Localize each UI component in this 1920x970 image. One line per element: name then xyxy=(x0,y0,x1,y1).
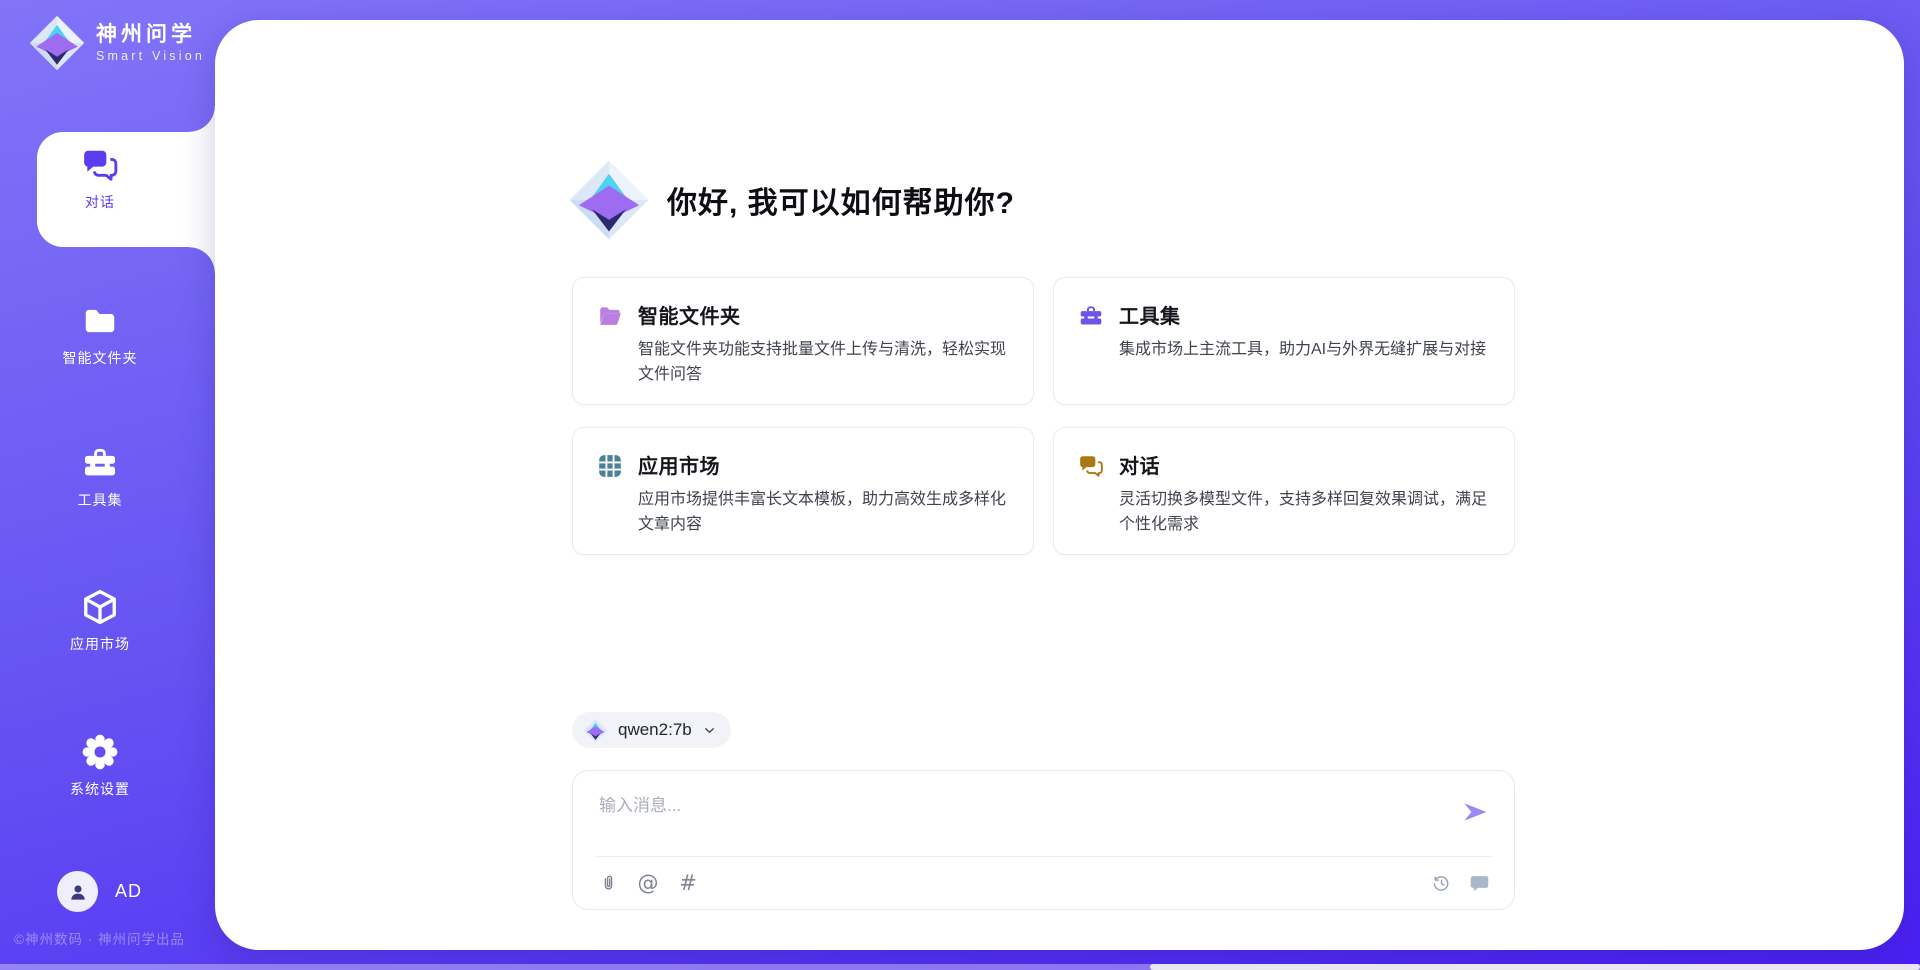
chat-bubbles-icon xyxy=(1078,453,1104,479)
brand: 神州问学 Smart Vision xyxy=(28,14,205,72)
folder-open-icon xyxy=(597,303,623,329)
user-icon xyxy=(66,880,90,904)
brand-subtitle: Smart Vision xyxy=(96,49,205,63)
app-root: 神州问学 Smart Vision 对话 智能文件夹 工具集 应用市场 xyxy=(0,0,1920,970)
horizontal-scrollbar xyxy=(0,964,1920,970)
mention-button[interactable]: @ xyxy=(637,871,659,895)
toolbox-icon xyxy=(1078,303,1104,329)
chat-bubbles-icon xyxy=(81,146,119,184)
new-chat-button[interactable] xyxy=(1468,871,1490,895)
card-chat[interactable]: 对话 灵活切换多模型文件，支持多样回复效果调试，满足个性化需求 xyxy=(1053,427,1515,555)
sidebar-item-label: 应用市场 xyxy=(20,634,180,654)
history-button[interactable] xyxy=(1430,871,1452,895)
brand-name: 神州问学 xyxy=(96,23,205,46)
footer-credit: ©神州数码 · 神州问学出品 xyxy=(14,928,185,948)
user-initials: AD xyxy=(115,881,142,902)
card-smart-folder[interactable]: 智能文件夹 智能文件夹功能支持批量文件上传与清洗，轻松实现文件问答 xyxy=(572,277,1034,405)
sidebar-item-app-market[interactable]: 应用市场 xyxy=(20,588,180,654)
card-title: 对话 xyxy=(1119,450,1490,479)
message-input[interactable] xyxy=(597,789,1431,851)
sidebar-item-toolset[interactable]: 工具集 xyxy=(20,444,180,510)
main-panel: 你好, 我可以如何帮助你? 智能文件夹 智能文件夹功能支持批量文件上传与清洗，轻… xyxy=(215,20,1904,950)
sidebar-item-label: 对话 xyxy=(20,192,180,212)
brand-diamond-logo-icon xyxy=(28,14,86,72)
sidebar-item-chat[interactable]: 对话 xyxy=(20,146,180,212)
hash-icon: # xyxy=(679,873,697,894)
card-description: 应用市场提供丰富长文本模板，助力高效生成多样化文章内容 xyxy=(638,488,1009,538)
attach-file-button[interactable] xyxy=(597,871,619,895)
topic-button[interactable]: # xyxy=(677,871,699,895)
folder-icon xyxy=(81,302,119,340)
card-title: 工具集 xyxy=(1119,300,1486,329)
gear-icon xyxy=(81,733,119,771)
greeting-diamond-logo-icon xyxy=(567,158,651,242)
card-title: 智能文件夹 xyxy=(638,300,1009,329)
brand-text: 神州问学 Smart Vision xyxy=(96,23,205,63)
sidebar-item-label: 工具集 xyxy=(20,490,180,510)
horizontal-scrollbar-thumb[interactable] xyxy=(1150,964,1920,970)
greeting-title: 你好, 我可以如何帮助你? xyxy=(667,178,1015,222)
send-button[interactable] xyxy=(1460,797,1490,827)
card-description: 灵活切换多模型文件，支持多样回复效果调试，满足个性化需求 xyxy=(1119,488,1490,538)
sidebar-item-settings[interactable]: 系统设置 xyxy=(20,733,180,799)
card-toolset[interactable]: 工具集 集成市场上主流工具，助力AI与外界无缝扩展与对接 xyxy=(1053,277,1515,405)
avatar xyxy=(57,871,98,912)
model-selector[interactable]: qwen2:7b xyxy=(572,712,731,748)
at-icon: @ xyxy=(638,873,659,894)
composer-toolbar-right xyxy=(1430,871,1490,895)
comment-icon xyxy=(1469,873,1490,894)
chevron-down-icon xyxy=(702,723,717,738)
sidebar-item-label: 系统设置 xyxy=(20,779,180,799)
send-icon xyxy=(1460,797,1490,827)
sidebar-item-smart-folder[interactable]: 智能文件夹 xyxy=(20,302,180,368)
model-name: qwen2:7b xyxy=(618,720,692,740)
toolbox-icon xyxy=(81,444,119,482)
greeting: 你好, 我可以如何帮助你? xyxy=(567,158,1015,242)
history-icon xyxy=(1431,873,1452,894)
grid-icon xyxy=(597,453,623,479)
card-description: 智能文件夹功能支持批量文件上传与清洗，轻松实现文件问答 xyxy=(638,338,1009,388)
card-description: 集成市场上主流工具，助力AI与外界无缝扩展与对接 xyxy=(1119,338,1486,363)
paperclip-icon xyxy=(598,873,619,894)
cube-icon xyxy=(81,588,119,626)
user-chip[interactable]: AD xyxy=(57,871,142,912)
composer-toolbar: @ # xyxy=(597,857,1490,909)
card-title: 应用市场 xyxy=(638,450,1009,479)
message-composer: @ # xyxy=(572,770,1515,910)
sidebar-item-label: 智能文件夹 xyxy=(20,348,180,368)
feature-cards: 智能文件夹 智能文件夹功能支持批量文件上传与清洗，轻松实现文件问答 工具集 集成… xyxy=(572,277,1515,555)
model-diamond-logo-icon xyxy=(583,718,608,743)
card-app-market[interactable]: 应用市场 应用市场提供丰富长文本模板，助力高效生成多样化文章内容 xyxy=(572,427,1034,555)
